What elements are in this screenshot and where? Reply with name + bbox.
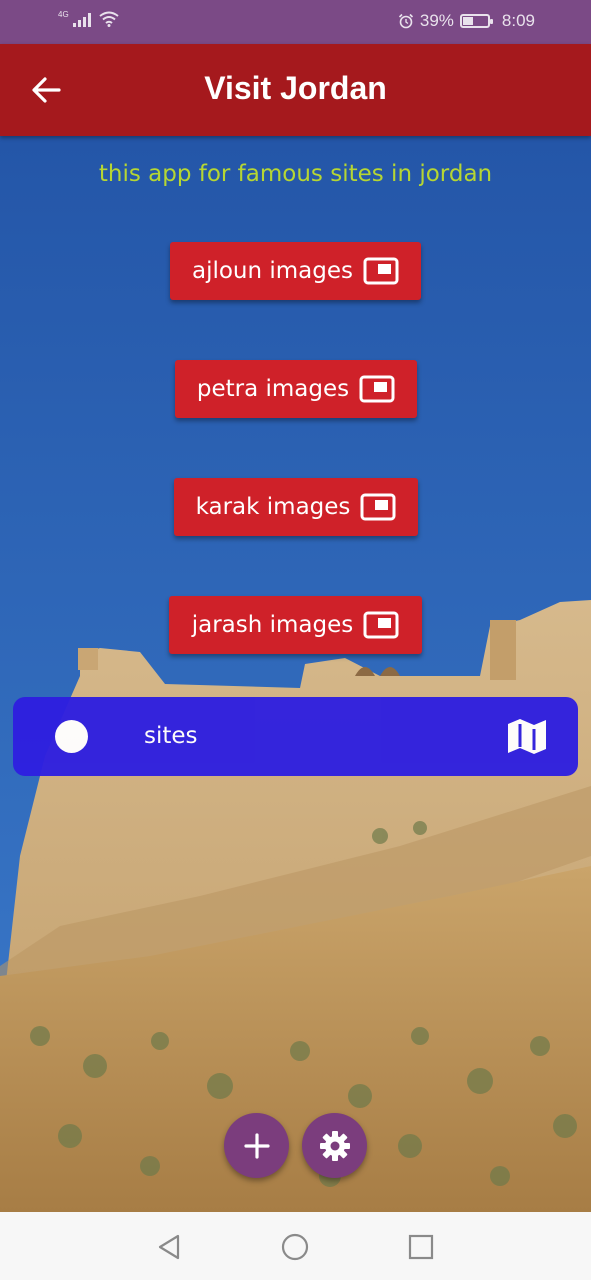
subtitle: this app for famous sites in jordan [98, 161, 493, 187]
petra-images-button[interactable]: petra images [175, 360, 417, 418]
status-right: 39% 8:09 [398, 11, 535, 31]
picture-in-picture-icon [360, 493, 396, 521]
jarash-images-button[interactable]: jarash images [169, 596, 422, 654]
wifi-icon [99, 11, 119, 27]
back-triangle-icon[interactable] [154, 1232, 184, 1262]
plus-icon [243, 1132, 270, 1159]
button-label: ajloun images [191, 258, 354, 284]
battery-level [462, 17, 474, 25]
status-bar: 4G 39% 8:09 [0, 0, 591, 44]
button-label: karak images [195, 494, 351, 520]
karak-images-button[interactable]: karak images [174, 478, 418, 536]
ajloun-images-button[interactable]: ajloun images [170, 242, 421, 300]
app-title: Visit Jordan [204, 70, 387, 106]
settings-icon [319, 1130, 350, 1161]
navigation-bar [0, 1212, 591, 1280]
picture-in-picture-icon [359, 375, 395, 403]
app-bar: Visit Jordan [0, 44, 591, 136]
picture-in-picture-icon [363, 257, 399, 285]
battery-icon [459, 14, 493, 28]
add-button[interactable] [224, 1113, 289, 1178]
toggle-switch[interactable] [55, 720, 88, 753]
home-circle-icon[interactable] [280, 1232, 310, 1262]
status-left: 4G [58, 11, 119, 27]
settings-button[interactable] [302, 1113, 367, 1178]
sites-switch-tile[interactable]: sites [13, 697, 578, 776]
network-type: 4G [58, 10, 69, 19]
clock: 8:09 [501, 11, 535, 30]
signal-icon [72, 11, 91, 27]
button-label: petra images [196, 376, 350, 402]
map-icon [508, 719, 546, 754]
picture-in-picture-icon [363, 611, 399, 639]
recents-square-icon[interactable] [406, 1232, 436, 1262]
button-label: jarash images [191, 612, 354, 638]
switch-label: sites [144, 723, 198, 749]
battery-percent: 39% [419, 11, 454, 30]
alarm-icon [398, 13, 413, 29]
